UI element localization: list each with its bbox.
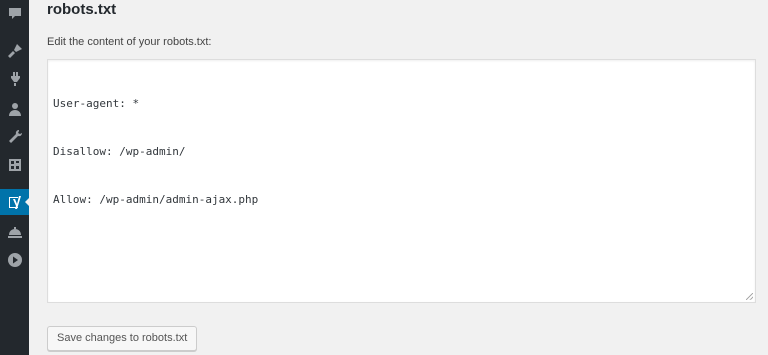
editor-line: User-agent: * xyxy=(53,97,140,110)
appearance-icon xyxy=(7,44,22,58)
admin-sidebar xyxy=(0,0,30,355)
yoast-seo-icon xyxy=(8,196,21,209)
plugins-icon xyxy=(10,72,20,86)
sidebar-item-users[interactable] xyxy=(0,96,29,122)
sidebar-item-appearance[interactable] xyxy=(0,38,29,64)
settings-icon xyxy=(8,159,21,171)
sidebar-item-comments[interactable] xyxy=(0,1,29,27)
robots-txt-editor[interactable]: User-agent: * Disallow: /wp-admin/ Allow… xyxy=(47,59,756,303)
editor-line: Disallow: /wp-admin/ xyxy=(53,145,186,158)
play-icon xyxy=(7,253,22,267)
save-robots-button[interactable]: Save changes to robots.txt xyxy=(47,326,198,351)
editor-line: Allow: /wp-admin/admin-ajax.php xyxy=(53,193,259,206)
page-title: robots.txt xyxy=(47,1,117,18)
users-icon xyxy=(8,103,21,116)
menu-item-icon xyxy=(7,227,22,238)
sidebar-item-settings[interactable] xyxy=(0,152,29,178)
editor-instructions: Edit the content of your robots.txt: xyxy=(47,36,212,48)
main-content: robots.txt Edit the content of your robo… xyxy=(29,0,768,355)
sidebar-item-media-play[interactable] xyxy=(0,247,29,273)
tools-icon xyxy=(8,129,22,143)
comments-icon xyxy=(8,8,21,19)
sidebar-item-plugins[interactable] xyxy=(0,66,29,92)
sidebar-item-menu[interactable] xyxy=(0,219,29,245)
textarea-resize-handle[interactable] xyxy=(746,293,753,300)
sidebar-item-tools[interactable] xyxy=(0,124,29,150)
